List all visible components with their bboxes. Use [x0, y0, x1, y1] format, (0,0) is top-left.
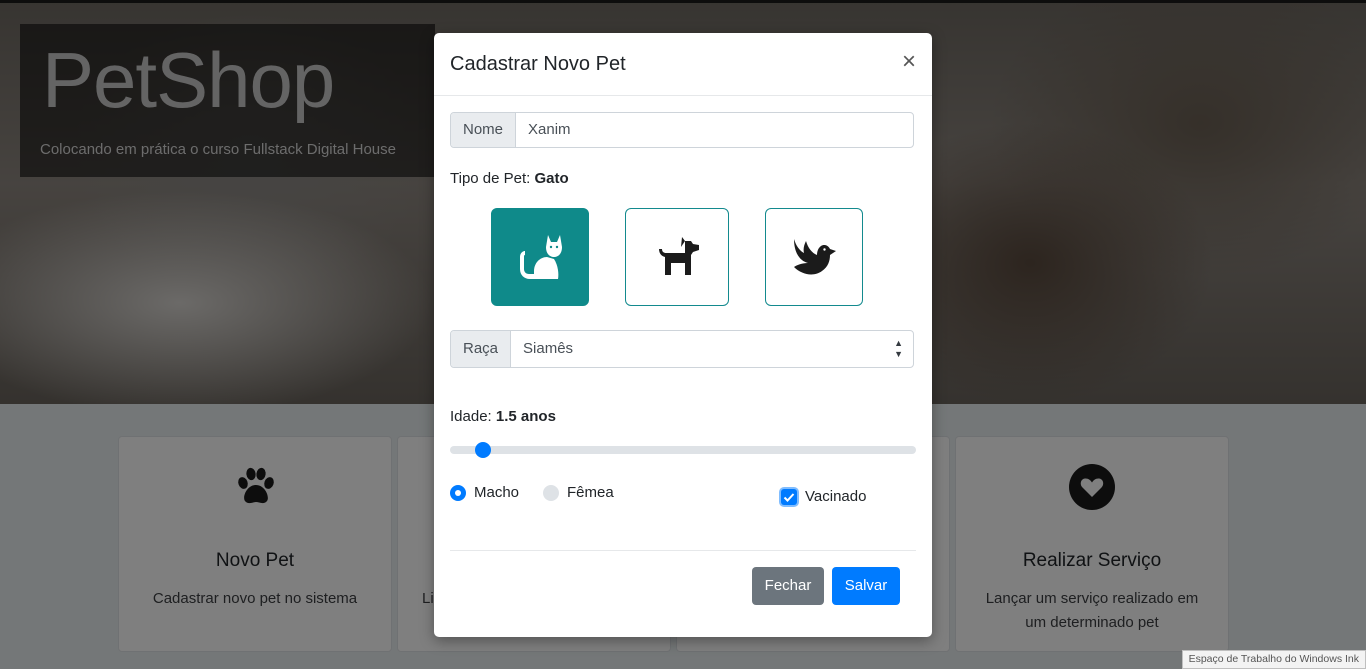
select-arrows-icon: ▲ ▼: [894, 338, 903, 359]
nome-input-group: Nome Xanim: [450, 112, 914, 148]
radio-femea-label[interactable]: Fêmea: [567, 484, 614, 501]
cat-icon: [520, 235, 562, 279]
pet-type-cat-button[interactable]: [491, 208, 589, 306]
close-icon[interactable]: ×: [902, 50, 916, 74]
radio-macho-label[interactable]: Macho: [474, 484, 519, 501]
modal-footer-divider: [450, 550, 916, 551]
modal-header: Cadastrar Novo Pet ×: [434, 33, 932, 96]
vacinado-label[interactable]: Vacinado: [805, 488, 866, 505]
tipo-pet-label: Tipo de Pet: Gato: [450, 170, 569, 187]
pet-type-bird-button[interactable]: [765, 208, 863, 306]
tipo-value: Gato: [534, 170, 569, 187]
vacinado-checkbox[interactable]: [781, 489, 797, 505]
fechar-button[interactable]: Fechar: [752, 567, 824, 605]
idade-slider-track[interactable]: [450, 446, 916, 454]
modal-title: Cadastrar Novo Pet: [450, 53, 626, 75]
raca-select[interactable]: Siamês ▲ ▼: [511, 331, 913, 367]
windows-ink-hint: Espaço de Trabalho do Windows Ink: [1181, 650, 1366, 669]
raca-input-group: Raça Siamês ▲ ▼: [450, 330, 914, 368]
nome-input[interactable]: Xanim: [516, 113, 913, 147]
dog-icon: [659, 237, 699, 275]
idade-label: Idade: 1.5 anos: [450, 408, 556, 425]
checkmark-icon: [783, 493, 795, 502]
raca-selected-value: Siamês: [523, 340, 574, 357]
raca-label: Raça: [451, 331, 512, 367]
salvar-button[interactable]: Salvar: [832, 567, 900, 605]
pet-type-dog-button[interactable]: [625, 208, 729, 306]
radio-macho[interactable]: [450, 485, 466, 501]
dove-icon: [794, 239, 836, 275]
radio-femea[interactable]: [543, 485, 559, 501]
idade-slider-thumb[interactable]: [475, 442, 491, 458]
idade-label-text: Idade:: [450, 408, 492, 425]
nome-label: Nome: [451, 113, 517, 147]
new-pet-modal: Cadastrar Novo Pet × Nome Xanim Tipo de …: [434, 33, 932, 637]
idade-value: 1.5 anos: [495, 408, 556, 425]
tipo-label-text: Tipo de Pet:: [450, 170, 531, 187]
